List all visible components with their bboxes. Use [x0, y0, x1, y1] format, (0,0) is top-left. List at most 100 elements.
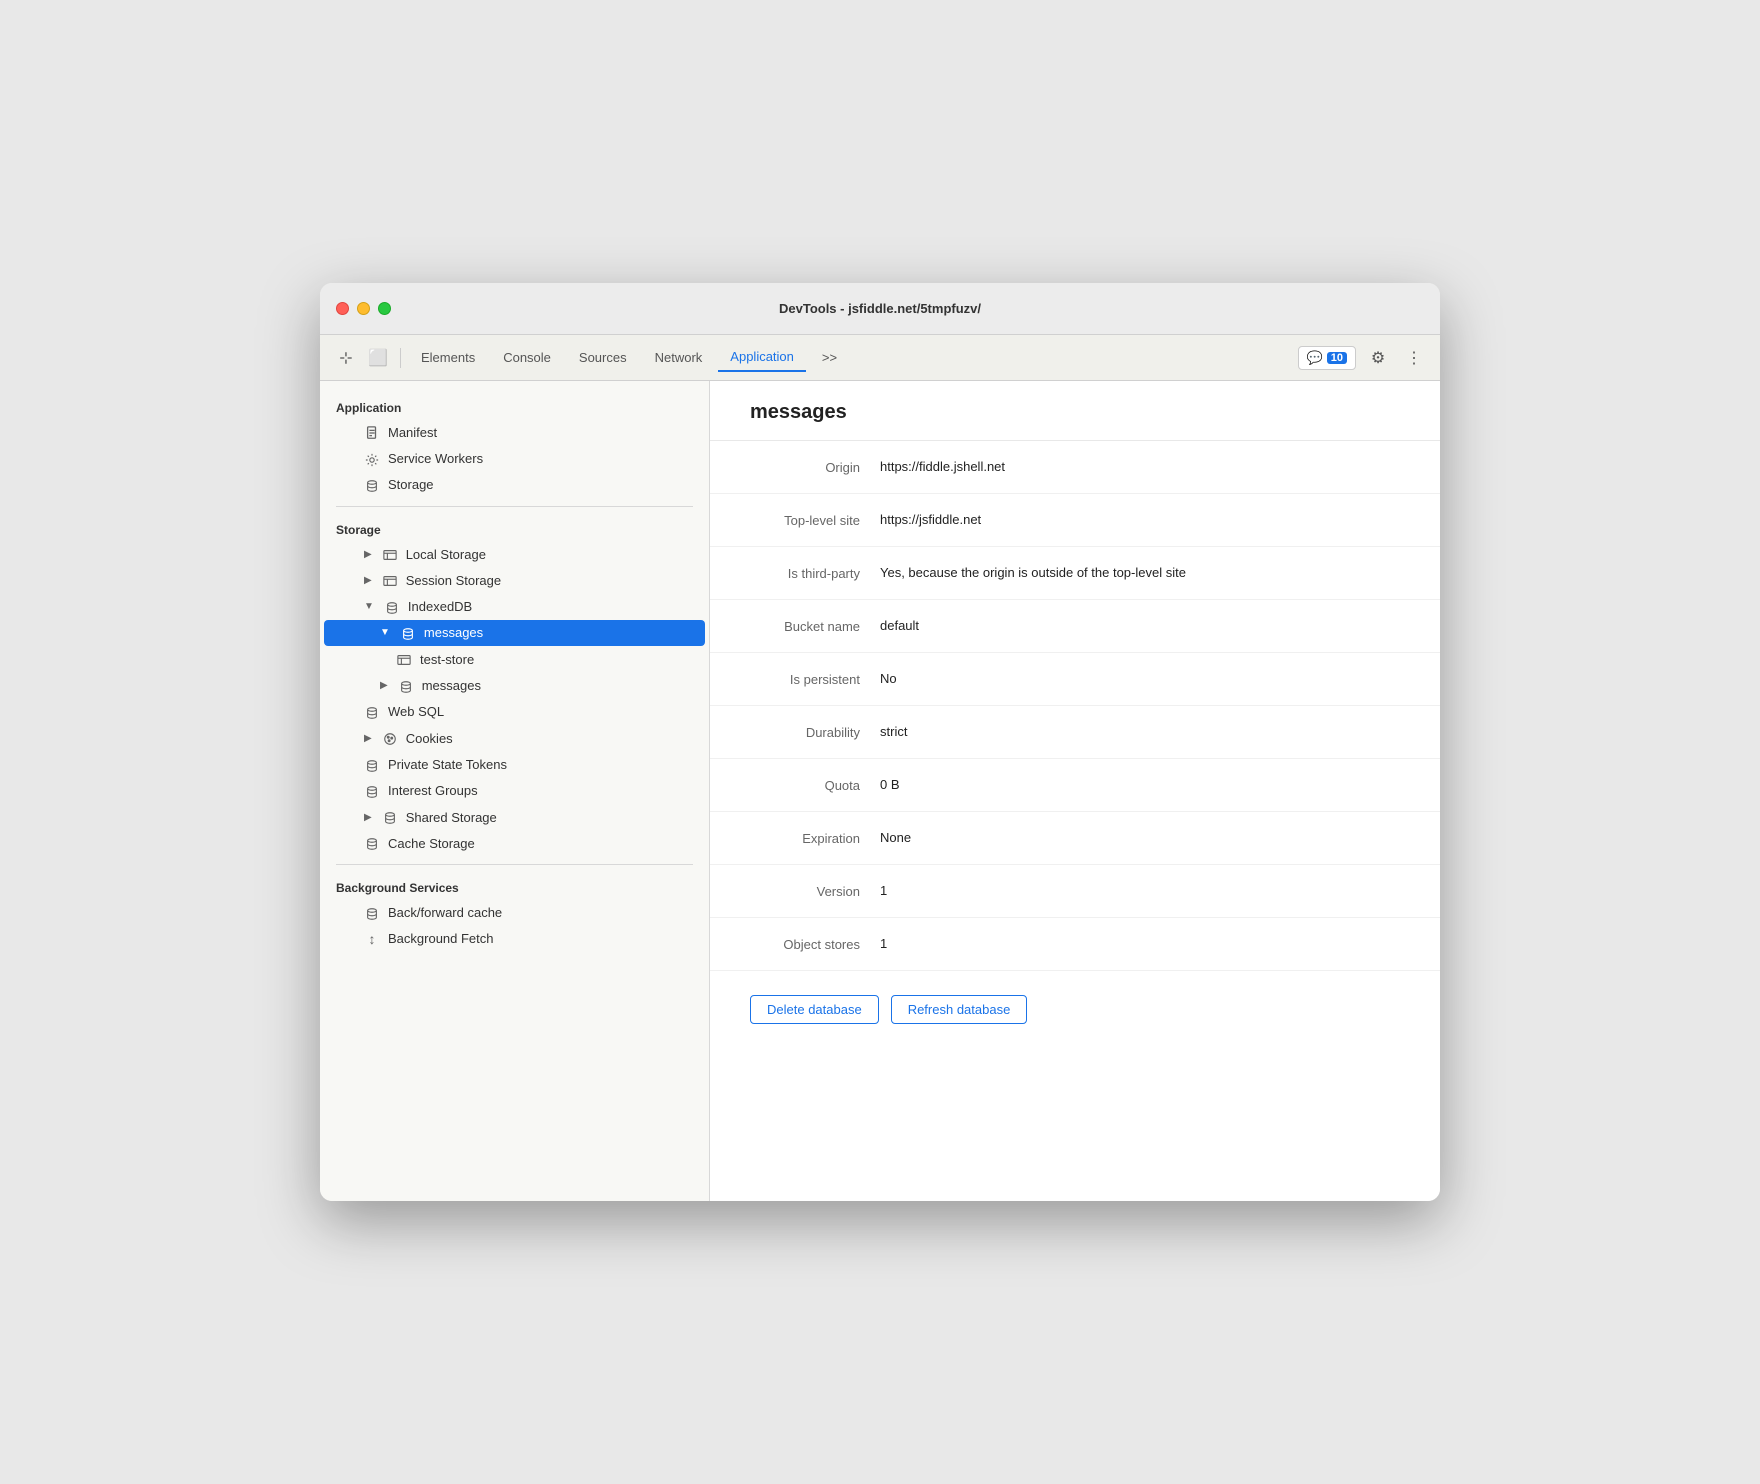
sidebar-item-session-storage[interactable]: ▶ Session Storage — [324, 567, 705, 593]
background-fetch-icon: ↕ — [364, 931, 380, 947]
private-state-icon — [364, 756, 380, 772]
chevron-right-icon: ▶ — [364, 549, 372, 560]
tab-elements[interactable]: Elements — [409, 344, 487, 372]
minimize-button[interactable] — [357, 302, 370, 315]
detail-label: Is persistent — [750, 671, 880, 687]
device-toggle-icon[interactable]: ⬜ — [364, 344, 392, 372]
content-actions: Delete database Refresh database — [710, 971, 1440, 1048]
titlebar: DevTools - jsfiddle.net/5tmpfuzv/ — [320, 283, 1440, 335]
gear-icon — [364, 450, 380, 466]
section-background: Background Services — [320, 873, 709, 899]
chevron-down-active-icon: ▼ — [380, 627, 390, 638]
sidebar-item-test-store[interactable]: test-store — [324, 646, 705, 672]
test-store-icon — [396, 651, 412, 667]
maximize-button[interactable] — [378, 302, 391, 315]
tab-application[interactable]: Application — [718, 344, 806, 372]
shared-storage-icon — [382, 809, 398, 825]
private-state-tokens-label: Private State Tokens — [388, 757, 507, 772]
messages2-icon — [398, 677, 414, 693]
sidebar-item-interest-groups[interactable]: Interest Groups — [324, 778, 705, 804]
detail-row: Is persistentNo — [710, 653, 1440, 706]
background-fetch-label: Background Fetch — [388, 931, 494, 946]
detail-label: Top-level site — [750, 512, 880, 528]
refresh-database-button[interactable]: Refresh database — [891, 995, 1028, 1024]
sidebar-item-back-forward-cache[interactable]: Back/forward cache — [324, 899, 705, 925]
toolbar: ⊹ ⬜ Elements Console Sources Network App… — [320, 335, 1440, 381]
websql-icon — [364, 704, 380, 720]
chevron-down-icon: ▼ — [364, 601, 374, 612]
back-forward-cache-label: Back/forward cache — [388, 905, 502, 920]
sidebar-item-local-storage[interactable]: ▶ Local Storage — [324, 541, 705, 567]
tab-console[interactable]: Console — [491, 344, 563, 372]
detail-value: 1 — [880, 883, 887, 898]
detail-label: Bucket name — [750, 618, 880, 634]
sidebar-item-cookies[interactable]: ▶ Cookies — [324, 725, 705, 751]
traffic-lights — [336, 302, 391, 315]
sidebar-item-storage-app[interactable]: Storage — [324, 472, 705, 498]
sidebar-item-indexeddb[interactable]: ▼ IndexedDB — [324, 593, 705, 619]
cookies-icon — [382, 730, 398, 746]
detail-row: Is third-partyYes, because the origin is… — [710, 547, 1440, 600]
sidebar-item-cache-storage[interactable]: Cache Storage — [324, 830, 705, 856]
manifest-label: Manifest — [388, 425, 437, 440]
interest-groups-label: Interest Groups — [388, 783, 478, 798]
detail-value: No — [880, 671, 897, 686]
detail-label: Origin — [750, 459, 880, 475]
detail-value: default — [880, 618, 919, 633]
detail-value: https://fiddle.jshell.net — [880, 459, 1005, 474]
content-header: messages — [710, 381, 1440, 441]
detail-value: 0 B — [880, 777, 900, 792]
close-button[interactable] — [336, 302, 349, 315]
messages2-label: messages — [422, 678, 481, 693]
sidebar-item-messages[interactable]: ▼ messages — [324, 620, 705, 646]
interest-groups-icon — [364, 783, 380, 799]
toolbar-separator — [400, 348, 401, 368]
tab-more[interactable]: >> — [810, 344, 849, 372]
detail-value: strict — [880, 724, 907, 739]
issues-count: 10 — [1327, 352, 1347, 364]
detail-row: Version1 — [710, 865, 1440, 918]
detail-value: None — [880, 830, 911, 845]
more-options-icon[interactable]: ⋮ — [1400, 344, 1428, 372]
sidebar-item-messages-2[interactable]: ▶ messages — [324, 672, 705, 698]
toolbar-right: 💬 10 ⚙ ⋮ — [1298, 344, 1428, 372]
detail-label: Object stores — [750, 936, 880, 952]
content-title: messages — [750, 401, 1400, 424]
chevron-cookies-icon: ▶ — [364, 733, 372, 744]
detail-value: Yes, because the origin is outside of th… — [880, 565, 1186, 580]
sidebar-item-background-fetch[interactable]: ↕ Background Fetch — [324, 926, 705, 952]
delete-database-button[interactable]: Delete database — [750, 995, 879, 1024]
section-storage: Storage — [320, 515, 709, 541]
chevron-right-2-icon: ▶ — [380, 680, 388, 691]
cookies-label: Cookies — [406, 731, 453, 746]
service-workers-label: Service Workers — [388, 451, 483, 466]
detail-row: Quota0 B — [710, 759, 1440, 812]
detail-row: Bucket namedefault — [710, 600, 1440, 653]
sidebar-item-shared-storage[interactable]: ▶ Shared Storage — [324, 804, 705, 830]
settings-icon[interactable]: ⚙ — [1364, 344, 1392, 372]
storage-app-label: Storage — [388, 477, 434, 492]
test-store-label: test-store — [420, 652, 474, 667]
cache-storage-label: Cache Storage — [388, 836, 475, 851]
sidebar-item-websql[interactable]: Web SQL — [324, 699, 705, 725]
detail-row: Top-level sitehttps://jsfiddle.net — [710, 494, 1440, 547]
tab-sources[interactable]: Sources — [567, 344, 639, 372]
back-forward-icon — [364, 904, 380, 920]
sidebar-item-service-workers[interactable]: Service Workers — [324, 445, 705, 471]
issues-badge-button[interactable]: 💬 10 — [1298, 346, 1356, 370]
tab-network[interactable]: Network — [643, 344, 715, 372]
devtools-window: DevTools - jsfiddle.net/5tmpfuzv/ ⊹ ⬜ El… — [320, 283, 1440, 1201]
window-title: DevTools - jsfiddle.net/5tmpfuzv/ — [779, 301, 981, 316]
detail-label: Expiration — [750, 830, 880, 846]
chevron-shared-icon: ▶ — [364, 812, 372, 823]
detail-label: Quota — [750, 777, 880, 793]
indexeddb-label: IndexedDB — [408, 599, 472, 614]
detail-label: Durability — [750, 724, 880, 740]
sidebar-item-private-state-tokens[interactable]: Private State Tokens — [324, 751, 705, 777]
sidebar-item-manifest[interactable]: Manifest — [324, 419, 705, 445]
indexeddb-icon — [384, 598, 400, 614]
shared-storage-label: Shared Storage — [406, 810, 497, 825]
chevron-right-icon: ▶ — [364, 575, 372, 586]
detail-row: ExpirationNone — [710, 812, 1440, 865]
select-tool-icon[interactable]: ⊹ — [332, 344, 360, 372]
